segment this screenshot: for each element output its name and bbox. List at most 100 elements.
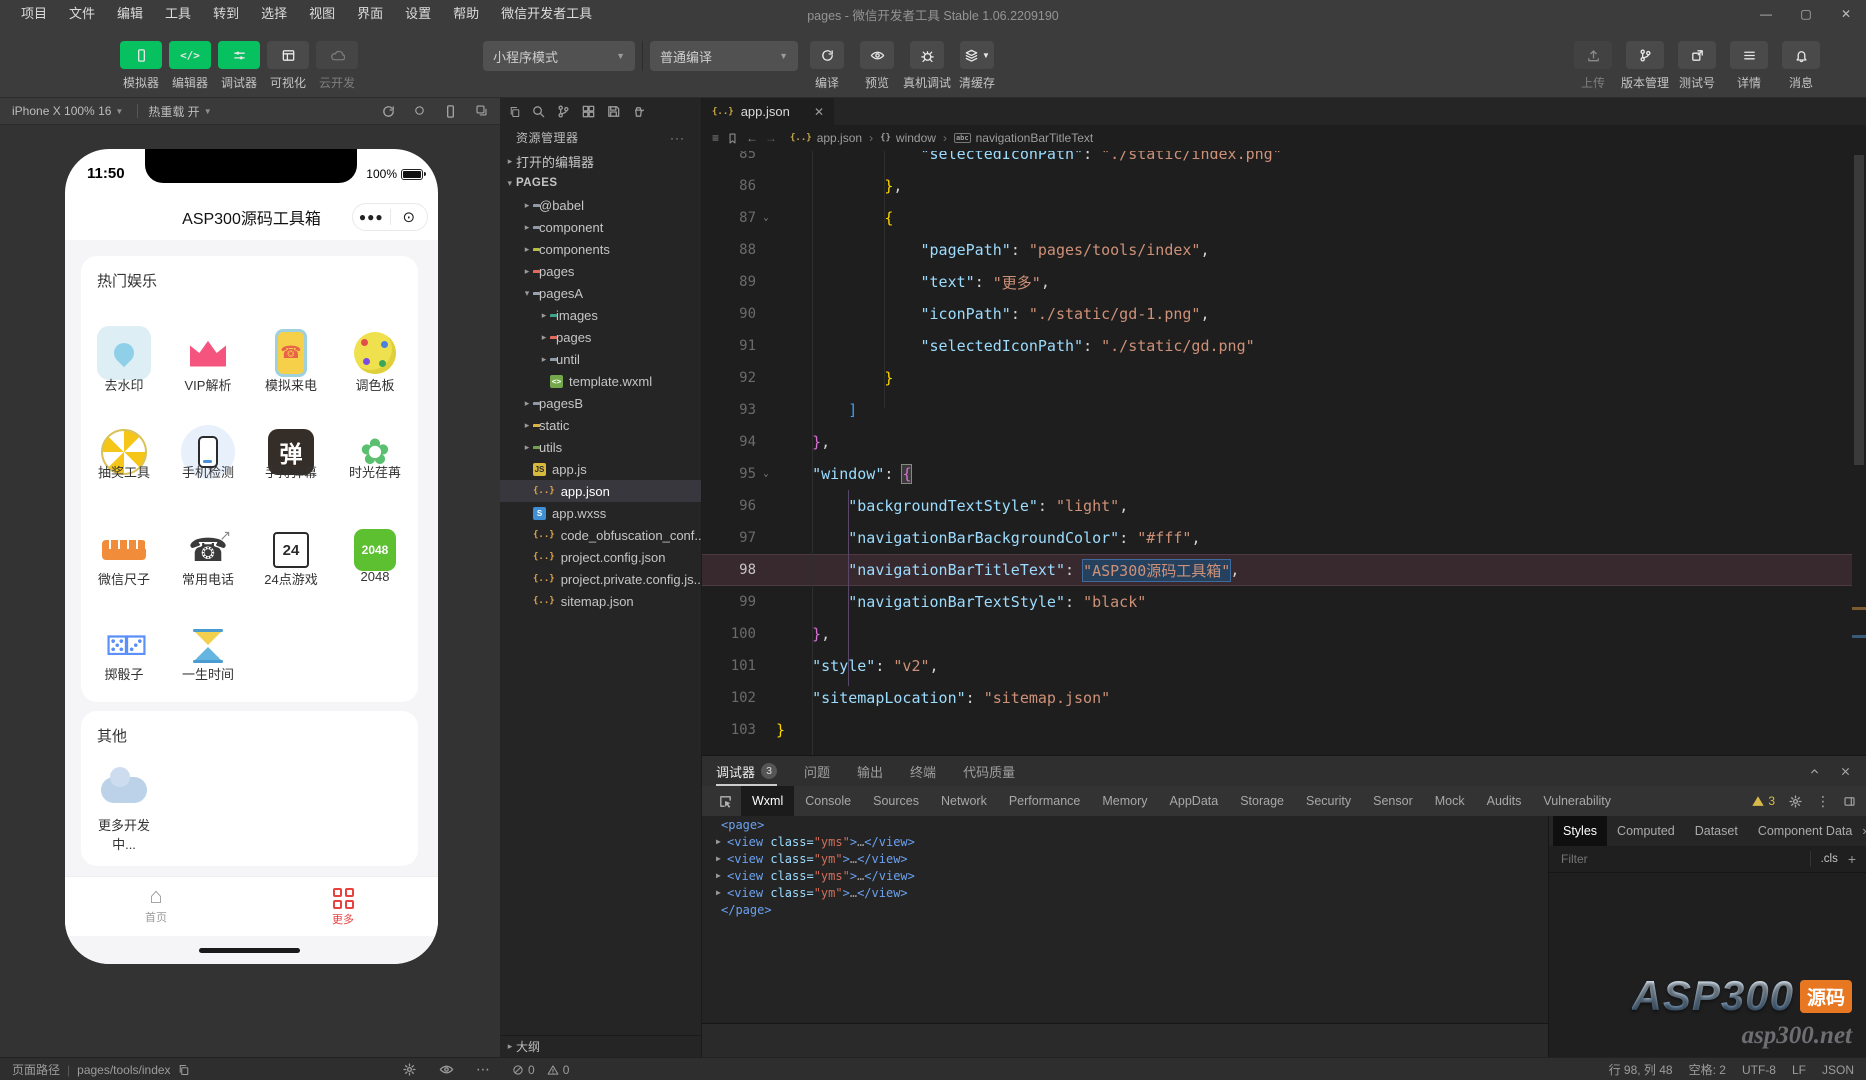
collapse-panel-icon[interactable] <box>1808 765 1821 778</box>
code-line-95[interactable]: 95 ⌄ "window": { <box>702 458 1852 490</box>
menu-item-微信开发者工具[interactable]: 微信开发者工具 <box>490 0 603 28</box>
add-rule-icon[interactable]: + <box>1848 851 1856 867</box>
tree-item--[interactable]: ▸ 打开的编辑器 <box>500 150 701 172</box>
debugger-tab-问题[interactable]: 问题 <box>804 756 830 786</box>
wxml-node[interactable]: ▶ <view class= "ym" >… </view> <box>702 850 1548 867</box>
code-lines[interactable]: 85 "selectedIconPath": "./static/index.p… <box>702 138 1852 746</box>
list-icon[interactable]: ≡ <box>712 131 719 145</box>
toolbar-button-真机调试[interactable]: 真机调试 <box>903 41 951 91</box>
wxml-node[interactable]: <page> <box>702 816 1548 833</box>
devtools-tab-Console[interactable]: Console <box>794 786 862 816</box>
gear-icon[interactable] <box>402 1062 417 1077</box>
code-line-87[interactable]: 87 ⌄ { <box>702 202 1852 234</box>
code-line-93[interactable]: 93 ] <box>702 394 1852 426</box>
toolbar-button-清缓存[interactable]: ▼ 清缓存 <box>956 41 998 91</box>
teapot-icon[interactable] <box>631 104 646 119</box>
code-line-97[interactable]: 97 "navigationBarBackgroundColor": "#fff… <box>702 522 1852 554</box>
tool-item-more-dev[interactable] <box>82 763 166 817</box>
code-line-91[interactable]: 91 "selectedIconPath": "./static/gd.png" <box>702 330 1852 362</box>
problem-counts[interactable]: 0 0 <box>512 1058 569 1080</box>
breadcrumb-item-navigationBarTitleText[interactable]: abc navigationBarTitleText <box>953 131 1093 145</box>
devtools-tab-Mock[interactable]: Mock <box>1424 786 1476 816</box>
menu-item-设置[interactable]: 设置 <box>394 0 442 28</box>
close-tab-icon[interactable]: ✕ <box>814 105 824 119</box>
cursor-position[interactable]: 行 98, 列 48 <box>1609 1061 1673 1078</box>
cls-button[interactable]: .cls <box>1809 851 1848 867</box>
styles-tab-Computed[interactable]: Computed <box>1607 816 1685 846</box>
devtools-tab-Performance[interactable]: Performance <box>998 786 1092 816</box>
more-tabs-icon[interactable]: » <box>1862 824 1866 838</box>
styles-tab-Dataset[interactable]: Dataset <box>1685 816 1748 846</box>
tool-item-VIP解析[interactable] <box>166 326 250 380</box>
tree-item-app.wxss[interactable]: Sapp.wxss <box>500 502 701 524</box>
editor-scrollbar[interactable] <box>1852 151 1866 755</box>
back-icon[interactable]: ← <box>746 131 758 145</box>
record-icon[interactable] <box>413 104 426 119</box>
devtools-tab-Storage[interactable]: Storage <box>1229 786 1295 816</box>
warning-count-badge[interactable]: 3 <box>1751 794 1775 808</box>
tree-item-app.json[interactable]: {..} app.json <box>500 480 701 502</box>
toolbar-button-上传[interactable]: 上传 <box>1572 41 1614 91</box>
devtools-tab-Security[interactable]: Security <box>1295 786 1362 816</box>
more-icon[interactable]: ⋯ <box>476 1061 490 1078</box>
styles-tab-Component Data[interactable]: Component Data <box>1748 816 1863 846</box>
code-line-92[interactable]: 92 } <box>702 362 1852 394</box>
tree-item-template.wxml[interactable]: <> template.wxml <box>500 370 701 392</box>
close-panel-icon[interactable] <box>1839 765 1852 778</box>
eye-icon[interactable] <box>439 1062 454 1077</box>
devtools-tab-Vulnerability[interactable]: Vulnerability <box>1532 786 1622 816</box>
devtools-tab-Network[interactable]: Network <box>930 786 998 816</box>
tree-item-pages[interactable]: ▸ pages <box>500 326 701 348</box>
devtools-tab-Sources[interactable]: Sources <box>862 786 930 816</box>
scrollbar-thumb[interactable] <box>1854 155 1864 465</box>
inspect-element-icon[interactable] <box>710 794 741 809</box>
screenshot-icon[interactable] <box>475 104 488 119</box>
save-all-icon[interactable] <box>606 104 621 119</box>
more-actions-icon[interactable]: ··· <box>670 131 685 145</box>
encoding[interactable]: UTF-8 <box>1742 1063 1776 1077</box>
menu-item-工具[interactable]: 工具 <box>154 0 202 28</box>
toolbar-button-消息[interactable]: 消息 <box>1780 41 1822 91</box>
wxml-node[interactable]: ▶ <view class= "ym" >… </view> <box>702 884 1548 901</box>
debugger-tab-代码质量[interactable]: 代码质量 <box>963 756 1015 786</box>
wxml-node[interactable]: ▶ <view class= "yms" >… </view> <box>702 867 1548 884</box>
code-line-86[interactable]: 86 }, <box>702 170 1852 202</box>
tab-app-json[interactable]: {..} app.json ✕ <box>702 98 834 125</box>
eol[interactable]: LF <box>1792 1063 1806 1077</box>
devtools-tab-Audits[interactable]: Audits <box>1476 786 1533 816</box>
toolbar-button-版本管理[interactable]: 版本管理 <box>1621 41 1669 91</box>
gear-icon[interactable] <box>1788 794 1803 809</box>
close-capsule-icon[interactable]: ⊙ <box>391 208 428 226</box>
tree-item-utils[interactable]: ▸ utils <box>500 436 701 458</box>
hot-reload-toggle[interactable]: 热重载 开 <box>148 103 199 120</box>
files-icon[interactable] <box>509 106 521 118</box>
toolbar-button-云开发[interactable]: 云开发 <box>316 41 358 91</box>
toolbar-button-模拟器[interactable]: 模拟器 <box>120 41 162 91</box>
tree-item-sitemap.json[interactable]: {..} sitemap.json <box>500 590 701 612</box>
compile-dropdown[interactable]: 普通编译 ▼ <box>650 41 798 71</box>
indentation[interactable]: 空格: 2 <box>1689 1061 1726 1078</box>
device-selector[interactable]: iPhone X 100% 16 <box>12 104 111 118</box>
tree-item-pages[interactable]: ▸ pages <box>500 260 701 282</box>
tabbar-item-更多[interactable]: 更多 <box>303 885 383 927</box>
code-line-100[interactable]: 100 }, <box>702 618 1852 650</box>
tree-item-app.js[interactable]: JS app.js <box>500 458 701 480</box>
code-line-102[interactable]: 102 "sitemapLocation": "sitemap.json" <box>702 682 1852 714</box>
tree-item-project.private.config.js...[interactable]: {..} project.private.config.js... <box>500 568 701 590</box>
devtools-tab-Wxml[interactable]: Wxml <box>741 786 795 816</box>
toolbar-button-预览[interactable]: 预览 <box>856 41 898 91</box>
toolbar-button-详情[interactable]: 详情 <box>1728 41 1770 91</box>
tree-item-pagesB[interactable]: ▸ pagesB <box>500 392 701 414</box>
menu-item-项目[interactable]: 项目 <box>10 0 58 28</box>
wxml-node[interactable]: ▶ <view class= "yms" >… </view> <box>702 833 1548 850</box>
devtools-tab-AppData[interactable]: AppData <box>1159 786 1230 816</box>
code-line-96[interactable]: 96 "backgroundTextStyle": "light", <box>702 490 1852 522</box>
dock-side-icon[interactable] <box>1843 795 1856 808</box>
code-line-98[interactable]: 98 "navigationBarTitleText": "ASP300源码工具… <box>702 554 1852 586</box>
debugger-tab-终端[interactable]: 终端 <box>910 756 936 786</box>
code-line-90[interactable]: 90 "iconPath": "./static/gd-1.png", <box>702 298 1852 330</box>
mode-dropdown[interactable]: 小程序模式 ▼ <box>483 41 635 71</box>
debugger-tab-输出[interactable]: 输出 <box>857 756 883 786</box>
code-line-89[interactable]: 89 "text": "更多", <box>702 266 1852 298</box>
tree-item-static[interactable]: ▸ static <box>500 414 701 436</box>
